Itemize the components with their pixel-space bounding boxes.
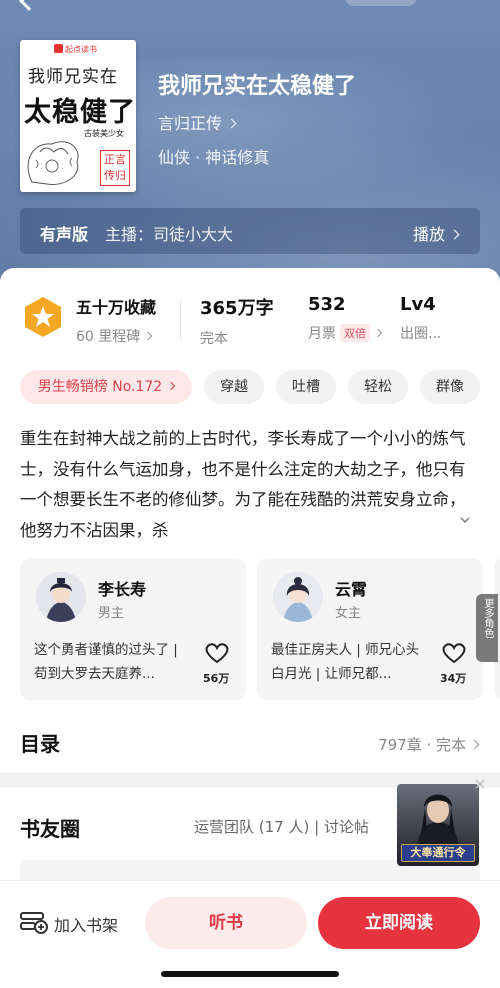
promo-illustration [417,794,459,846]
book-description[interactable]: 重生在封神大战之前的上古时代，李长寿成了一个小小的炼气士，没有什么气运加身，也不… [20,424,480,546]
tag-chip[interactable]: 吐槽 [276,370,336,404]
chevron-right-icon [449,229,460,240]
home-indicator [161,971,339,977]
favorites-badge-icon [25,297,61,337]
read-now-button[interactable]: 立即阅读 [318,897,480,949]
divider [180,300,181,340]
book-cover[interactable]: 起点读书 我师兄实在 太稳健了 古装美少女 正言 传归 [20,40,136,192]
like-count: 56万 [203,672,230,685]
cover-title-line1: 我师兄实在 [28,67,118,87]
heart-icon[interactable] [441,642,467,664]
tag-chip[interactable]: 穿越 [204,370,264,404]
close-icon[interactable] [472,776,488,792]
double-badge: 双倍 [340,324,370,342]
audio-label: 有声版 [40,225,89,244]
stat-level[interactable]: Lv4 出圈... [400,294,441,343]
more-roles-button[interactable]: 更多角色 [476,594,498,662]
chevron-right-icon [166,381,176,391]
audio-host: 主播：司徒小大大 [105,225,234,244]
promo-banner: 大奉通行令 [401,844,475,862]
promo-card[interactable]: 大奉通行令 [397,784,479,866]
character-quote: 最佳正房夫人 | 师兄心头白月光 | 让师兄都... [271,642,420,682]
character-card[interactable]: 云霄 女主 最佳正房夫人 | 师兄心头白月光 | 让师兄都... 34万 [257,558,483,700]
catalog-link[interactable]: 797章 · 完本 [378,734,480,755]
book-circle-title: 书友圈 [20,817,80,841]
tag-chip[interactable]: 轻松 [348,370,408,404]
cover-title-line2: 太稳健了 [24,97,136,128]
top-action-pill[interactable] [345,0,417,6]
character-quote: 这个勇者谨慎的过头了 | 苟到大罗去天庭养... [34,642,178,682]
book-genre: 仙侠 · 神话修真 [158,148,270,167]
bookshelf-add-icon[interactable] [20,910,48,934]
chevron-right-icon [144,331,153,341]
character-role: 女主 [335,606,362,621]
character-name: 云霄 [335,580,368,599]
chevron-right-icon [226,118,237,129]
catalog-title: 目录 [20,732,60,756]
back-icon[interactable] [19,0,39,11]
listen-button[interactable]: 听书 [145,897,307,949]
cover-illustration [27,141,79,186]
author-link[interactable]: 言归正传 [158,110,237,134]
play-button[interactable]: 播放 [413,221,460,245]
character-name: 李长寿 [98,580,147,599]
book-circle-info[interactable]: 运营团队 (17 人) | 讨论帖 [194,816,369,837]
add-to-shelf-button[interactable]: 加入书架 [54,912,118,936]
character-avatar [36,572,86,622]
character-card[interactable]: 李长寿 男主 这个勇者谨慎的过头了 | 苟到大罗去天庭养... 56万 [20,558,246,700]
stat-monthly-votes[interactable]: 532 月票 双倍 [308,294,383,343]
book-title: 我师兄实在太稳健了 [158,74,357,99]
heart-icon[interactable] [204,642,230,664]
character-role: 男主 [98,606,125,621]
chevron-right-icon [469,739,480,750]
cover-stamp: 正言 传归 [100,150,130,186]
stat-words: 365万字 完本 [200,298,274,347]
audio-version-bar[interactable]: 有声版 主播：司徒小大大 播放 [20,208,480,254]
character-avatar [273,572,323,622]
tag-chip[interactable]: 群像 [420,370,480,404]
chevron-down-icon[interactable] [458,513,472,527]
like-count: 34万 [440,672,467,685]
stat-favorites[interactable]: 五十万收藏 60 里程碑 [76,294,156,346]
cover-brand: 起点读书 [54,44,97,55]
rank-tag[interactable]: 男生畅销榜 No.172 [20,370,192,404]
chevron-right-icon [373,328,383,338]
